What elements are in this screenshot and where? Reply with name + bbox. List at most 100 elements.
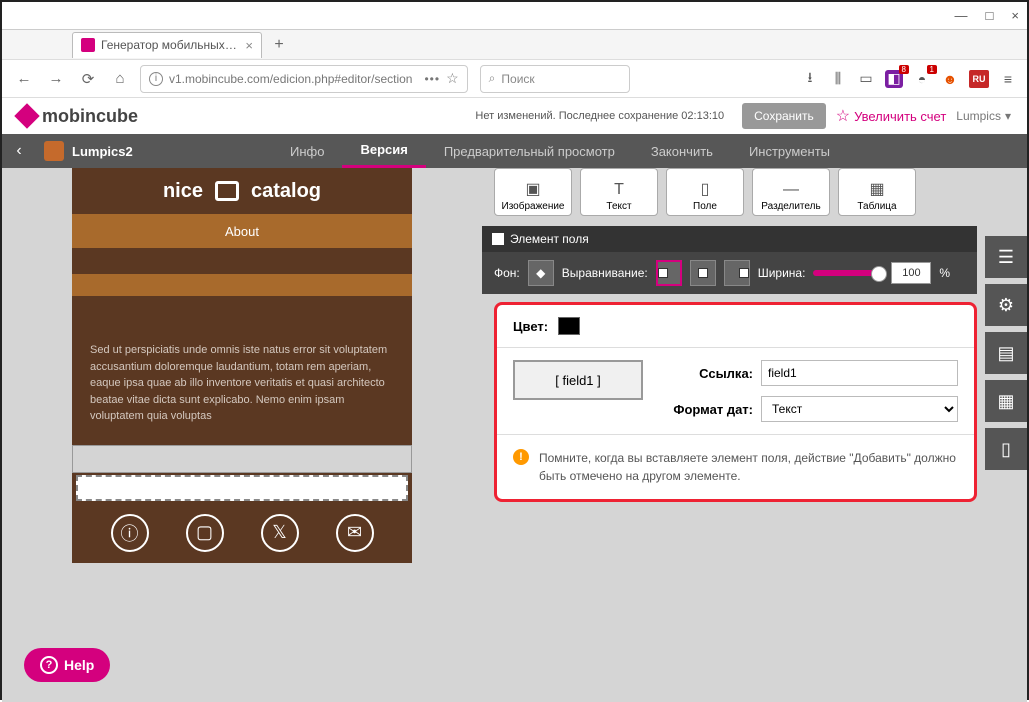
window-min[interactable]: — bbox=[955, 8, 968, 23]
downloads-icon[interactable]: ⭳ bbox=[801, 70, 819, 88]
save-button[interactable]: Сохранить bbox=[742, 103, 826, 129]
nav-home-icon[interactable]: ⌂ bbox=[108, 67, 132, 91]
ext-monkey-icon[interactable]: ☻ bbox=[941, 70, 959, 88]
tool-text[interactable]: TТекст bbox=[580, 168, 658, 216]
project-name: Lumpics2 bbox=[72, 144, 272, 159]
footer-twitter-icon[interactable]: 𝕏 bbox=[261, 514, 299, 552]
phone-logo-icon bbox=[215, 181, 239, 201]
nav-back-icon[interactable]: ← bbox=[12, 67, 36, 91]
browser-navbar: ← → ⟳ ⌂ i v1.mobincube.com/edicion.php#e… bbox=[2, 60, 1027, 98]
width-slider[interactable] bbox=[813, 270, 883, 276]
align-center-button[interactable] bbox=[690, 260, 716, 286]
site-info-icon[interactable]: i bbox=[149, 72, 163, 86]
search-bar[interactable]: ⌕ Поиск bbox=[480, 65, 630, 93]
warning-text: Помните, когда вы вставляете элемент пол… bbox=[539, 449, 958, 485]
sidetab-page-icon[interactable]: ▤ bbox=[985, 332, 1027, 374]
hamburger-menu-icon[interactable]: ≡ bbox=[999, 70, 1017, 88]
ext-purple-icon[interactable]: ◧8 bbox=[885, 70, 903, 88]
align-right-button[interactable] bbox=[724, 260, 750, 286]
ext-shield-icon[interactable]: ◓1 bbox=[913, 70, 931, 88]
align-left-button[interactable] bbox=[656, 260, 682, 286]
sidetab-list-icon[interactable]: ☰ bbox=[985, 236, 1027, 278]
app-header: mobincube Нет изменений. Последнее сохра… bbox=[2, 98, 1027, 134]
bg-label: Фон: bbox=[494, 266, 520, 280]
section-header: Элемент поля bbox=[482, 226, 977, 252]
logo-cube-icon bbox=[14, 103, 39, 128]
toolbar-extensions: ⭳ ⫼ ▭ ◧8 ◓1 ☻ RU ≡ bbox=[801, 70, 1017, 88]
window-close[interactable]: × bbox=[1011, 8, 1019, 23]
phone-footer: ⓘ ▢ 𝕏 ✉ bbox=[72, 503, 412, 563]
footer-book-icon[interactable]: ▢ bbox=[186, 514, 224, 552]
user-menu[interactable]: Lumpics▾ bbox=[956, 109, 1011, 123]
tab-preview[interactable]: Предварительный просмотр bbox=[426, 134, 633, 168]
url-bar[interactable]: i v1.mobincube.com/edicion.php#editor/se… bbox=[140, 65, 468, 93]
tab-version[interactable]: Версия bbox=[342, 134, 425, 168]
tab-info[interactable]: Инфо bbox=[272, 134, 342, 168]
canvas-pane: nice catalog About Sed ut perspiciatis u… bbox=[2, 168, 482, 702]
highlighted-panel: Цвет: [ field1 ] Ссылка: Формат дат: Текс… bbox=[494, 302, 977, 502]
search-placeholder: Поиск bbox=[501, 72, 534, 86]
nav-forward-icon[interactable]: → bbox=[44, 67, 68, 91]
ext-ru-icon[interactable]: RU bbox=[969, 70, 989, 88]
window-max[interactable]: □ bbox=[986, 8, 994, 23]
link-label: Ссылка: bbox=[653, 366, 753, 381]
tool-field[interactable]: ▯Поле bbox=[666, 168, 744, 216]
favicon-icon bbox=[81, 38, 95, 52]
tab-tools[interactable]: Инструменты bbox=[731, 134, 848, 168]
library-icon[interactable]: ⫼ bbox=[829, 70, 847, 88]
field-preview-button[interactable]: [ field1 ] bbox=[513, 360, 643, 400]
nav-reload-icon[interactable]: ⟳ bbox=[76, 67, 100, 91]
footer-mail-icon[interactable]: ✉ bbox=[336, 514, 374, 552]
sidetab-device-icon[interactable]: ▯ bbox=[985, 428, 1027, 470]
save-status: Нет изменений. Последнее сохранение 02:1… bbox=[148, 110, 732, 122]
phone-preview[interactable]: nice catalog About Sed ut perspiciatis u… bbox=[72, 168, 412, 563]
tool-divider[interactable]: —Разделитель bbox=[752, 168, 830, 216]
upgrade-link[interactable]: Увеличить счет bbox=[836, 106, 947, 126]
sidetab-data-icon[interactable]: ▦ bbox=[985, 380, 1027, 422]
new-tab-button[interactable]: + bbox=[266, 32, 292, 58]
pct-label: % bbox=[939, 266, 950, 280]
tab-title: Генератор мобильных прило bbox=[101, 38, 239, 52]
text-icon: T bbox=[614, 181, 624, 199]
reader-icon[interactable]: ▭ bbox=[857, 70, 875, 88]
search-icon: ⌕ bbox=[489, 71, 496, 86]
subnav-back-icon[interactable]: ‹ bbox=[2, 142, 36, 160]
link-input[interactable] bbox=[761, 360, 958, 386]
warning-icon: ! bbox=[513, 449, 529, 465]
ext-badge: 1 bbox=[927, 65, 937, 74]
properties-pane: ▣Изображение TТекст ▯Поле —Разделитель ▦… bbox=[482, 168, 1027, 702]
phone-selected-row[interactable] bbox=[76, 475, 408, 501]
phone-about-bar: About bbox=[72, 214, 412, 248]
browser-tab[interactable]: Генератор мобильных прило × bbox=[72, 32, 262, 58]
warning-row: ! Помните, когда вы вставляете элемент п… bbox=[497, 435, 974, 499]
footer-info-icon[interactable]: ⓘ bbox=[111, 514, 149, 552]
width-input[interactable] bbox=[891, 262, 931, 284]
url-text: v1.mobincube.com/edicion.php#editor/sect… bbox=[169, 72, 412, 86]
section-icon bbox=[492, 233, 504, 245]
chevron-down-icon: ▾ bbox=[1005, 109, 1011, 123]
align-label: Выравнивание: bbox=[562, 266, 648, 280]
help-icon: ? bbox=[40, 656, 58, 674]
table-icon: ▦ bbox=[869, 179, 884, 199]
color-label: Цвет: bbox=[513, 319, 548, 334]
color-swatch[interactable] bbox=[558, 317, 580, 335]
logo[interactable]: mobincube bbox=[18, 106, 138, 127]
image-icon: ▣ bbox=[525, 179, 540, 199]
sidetab-settings-icon[interactable]: ⚙ bbox=[985, 284, 1027, 326]
phone-header: nice catalog bbox=[72, 168, 412, 214]
url-actions-icon[interactable]: ••• bbox=[424, 72, 440, 86]
bg-picker[interactable]: ◆ bbox=[528, 260, 554, 286]
phone-row[interactable] bbox=[72, 445, 412, 473]
bookmark-icon[interactable]: ☆ bbox=[446, 70, 459, 87]
help-button[interactable]: ? Help bbox=[24, 648, 110, 682]
side-tabs: ☰ ⚙ ▤ ▦ ▯ bbox=[985, 236, 1027, 476]
tool-table[interactable]: ▦Таблица bbox=[838, 168, 916, 216]
phone-body-text: Sed ut perspiciatis unde omnis iste natu… bbox=[72, 296, 412, 445]
tab-finish[interactable]: Закончить bbox=[633, 134, 731, 168]
tab-close-icon[interactable]: × bbox=[245, 38, 253, 53]
props-row: Фон: ◆ Выравнивание: Ширина: % bbox=[482, 252, 977, 294]
tool-image[interactable]: ▣Изображение bbox=[494, 168, 572, 216]
dateformat-select[interactable]: Текст bbox=[761, 396, 958, 422]
field-icon: ▯ bbox=[701, 179, 710, 199]
dateformat-label: Формат дат: bbox=[653, 402, 753, 417]
